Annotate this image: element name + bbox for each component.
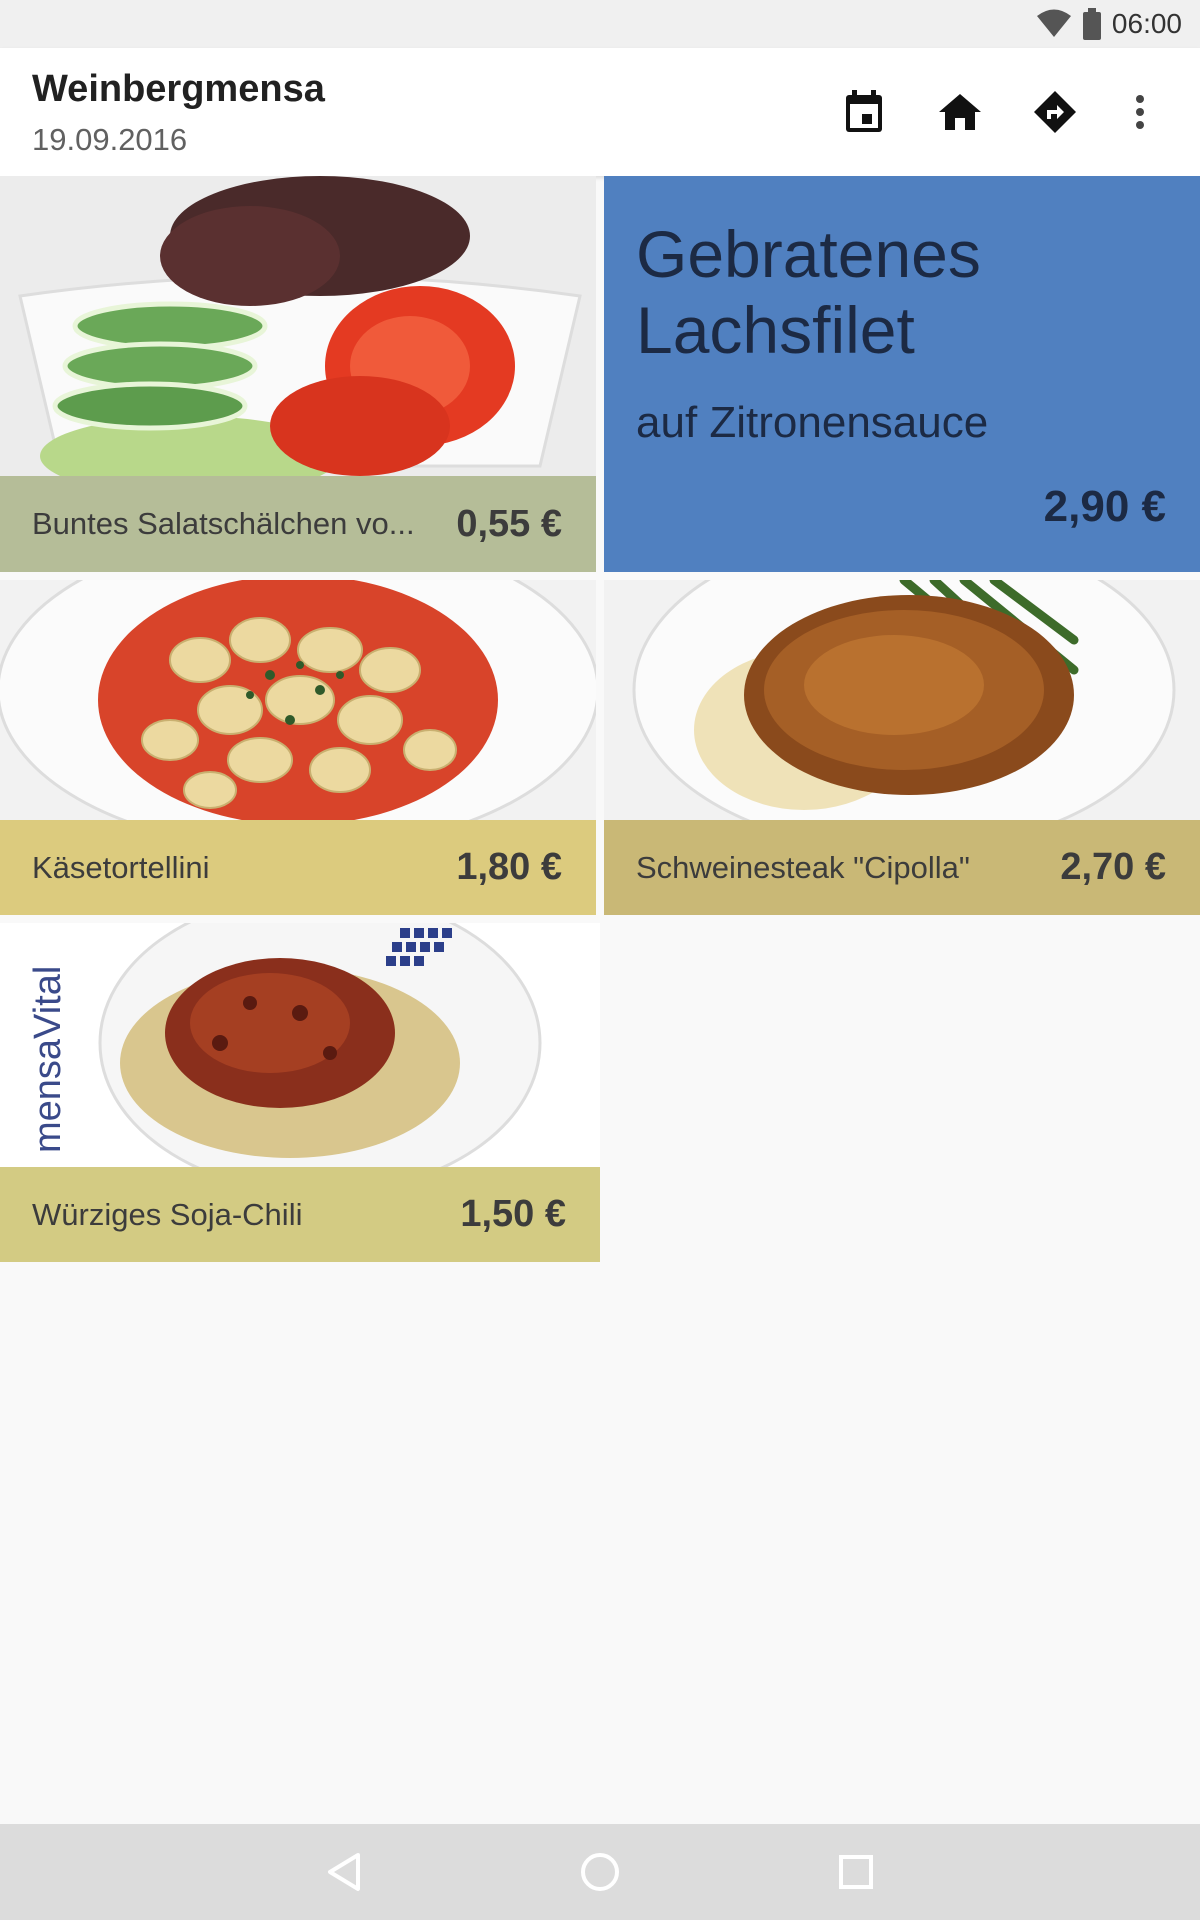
menu-item-salad[interactable]: Buntes Salatschälchen vo... 0,55 €: [0, 176, 596, 572]
featured-dish-description: auf Zitronensauce: [636, 398, 989, 447]
status-time: 06:00: [1111, 8, 1182, 39]
home-icon: [939, 94, 981, 130]
calendar-button[interactable]: [834, 82, 894, 142]
menu-item-soja-chili[interactable]: mensaVital Würziges Soja-Chili 1,50 €: [0, 923, 600, 1262]
recents-button[interactable]: [826, 1842, 886, 1902]
back-icon: [328, 1853, 360, 1891]
soja-chili-photo: mensaVital: [0, 923, 600, 1167]
svg-text:mensaVital: mensaVital: [27, 966, 69, 1153]
salad-photo: [0, 176, 596, 476]
mensavital-logo: mensaVital: [27, 966, 69, 1153]
menu-item-featured-salmon[interactable]: Gebratenes Lachsfilet auf Zitronensauce …: [604, 176, 1200, 572]
dish-name: Schweinesteak "Cipolla": [636, 849, 970, 885]
tortellini-photo: [0, 580, 596, 820]
directions-icon: [1034, 91, 1076, 133]
dish-price: 0,55 €: [456, 502, 562, 545]
featured-dish-name: Gebratenes Lachsfilet: [636, 217, 981, 367]
menu-item-footer: Schweinesteak "Cipolla" 2,70 €: [604, 820, 1200, 915]
app-bar: Weinbergmensa 19.09.2016: [0, 48, 1200, 176]
dish-name: Würziges Soja-Chili: [32, 1196, 303, 1232]
menu-item-footer: Würziges Soja-Chili 1,50 €: [0, 1167, 600, 1262]
menu-item-schweinesteak[interactable]: Schweinesteak "Cipolla" 2,70 €: [604, 580, 1200, 915]
dish-name: Buntes Salatschälchen vo...: [32, 506, 415, 541]
battery-icon: [1082, 8, 1102, 40]
calendar-icon: [846, 90, 882, 132]
home-nav-button[interactable]: [570, 1842, 630, 1902]
page-date: 19.09.2016: [32, 122, 188, 157]
page-title: Weinbergmensa: [32, 68, 325, 110]
dish-name: Käsetortellini: [32, 849, 210, 885]
menu-item-footer: Buntes Salatschälchen vo... 0,55 €: [0, 476, 596, 572]
system-nav-bar: [0, 1824, 1200, 1920]
more-options-button[interactable]: [1110, 82, 1170, 142]
more-vert-icon: [1136, 95, 1144, 129]
schweinesteak-photo: [604, 580, 1200, 820]
home-button[interactable]: [930, 82, 990, 142]
back-button[interactable]: [314, 1842, 374, 1902]
recents-icon: [839, 1855, 873, 1889]
dish-price: 1,50 €: [460, 1193, 566, 1235]
home-circle-icon: [581, 1853, 619, 1891]
dish-price: 2,70 €: [1060, 846, 1166, 888]
wifi-icon: [1036, 9, 1072, 39]
featured-dish-price: 2,90 €: [1043, 482, 1166, 531]
menu-item-footer: Käsetortellini 1,80 €: [0, 820, 596, 915]
status-bar: 06:00: [0, 0, 1200, 48]
menu-item-tortellini[interactable]: Käsetortellini 1,80 €: [0, 580, 596, 915]
dish-price: 1,80 €: [456, 846, 562, 888]
directions-button[interactable]: [1025, 82, 1085, 142]
